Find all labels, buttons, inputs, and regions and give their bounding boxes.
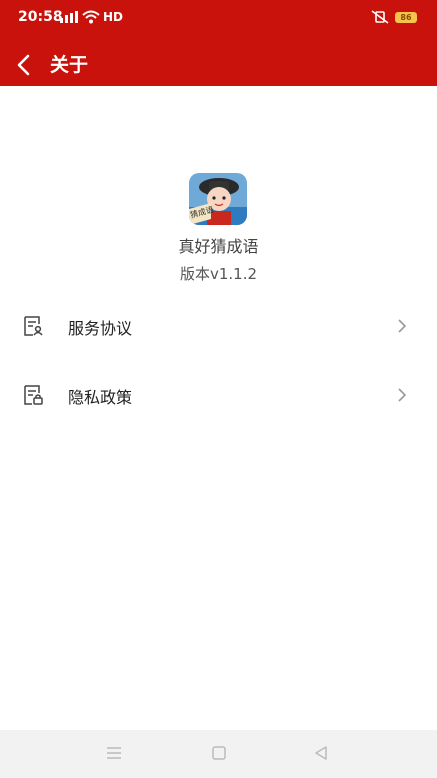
back-arrow-icon[interactable]: [16, 54, 32, 76]
battery-indicator: 86: [395, 12, 417, 23]
document-user-icon: [24, 316, 43, 336]
document-lock-icon: [24, 385, 43, 405]
app-version: 版本v1.1.2: [179, 265, 258, 283]
menu-item-label: 服务协议: [68, 319, 133, 338]
wifi-icon: [82, 10, 100, 24]
vibrate-mute-icon: [371, 10, 389, 24]
page-title: 关于: [50, 54, 89, 76]
home-icon[interactable]: [211, 745, 227, 761]
chevron-right-icon: [398, 319, 407, 333]
app-header: 20:58 HD 86 关于: [0, 0, 437, 86]
menu-item-privacy-policy[interactable]: 隐私政策: [0, 372, 437, 418]
signal-icon: [60, 11, 78, 23]
status-bar: 20:58 HD 86: [0, 0, 437, 36]
menu-item-label: 隐私政策: [68, 388, 133, 407]
chevron-right-icon: [398, 388, 407, 402]
network-type-label: HD: [103, 10, 124, 24]
status-time: 20:58: [18, 9, 63, 25]
app-logo: 猜成语: [189, 173, 247, 225]
menu-icon[interactable]: [106, 745, 122, 761]
app-name: 真好猜成语: [178, 237, 259, 256]
system-nav-bar: [0, 730, 437, 778]
back-triangle-icon[interactable]: [313, 745, 329, 761]
menu-item-service-agreement[interactable]: 服务协议: [0, 303, 437, 349]
